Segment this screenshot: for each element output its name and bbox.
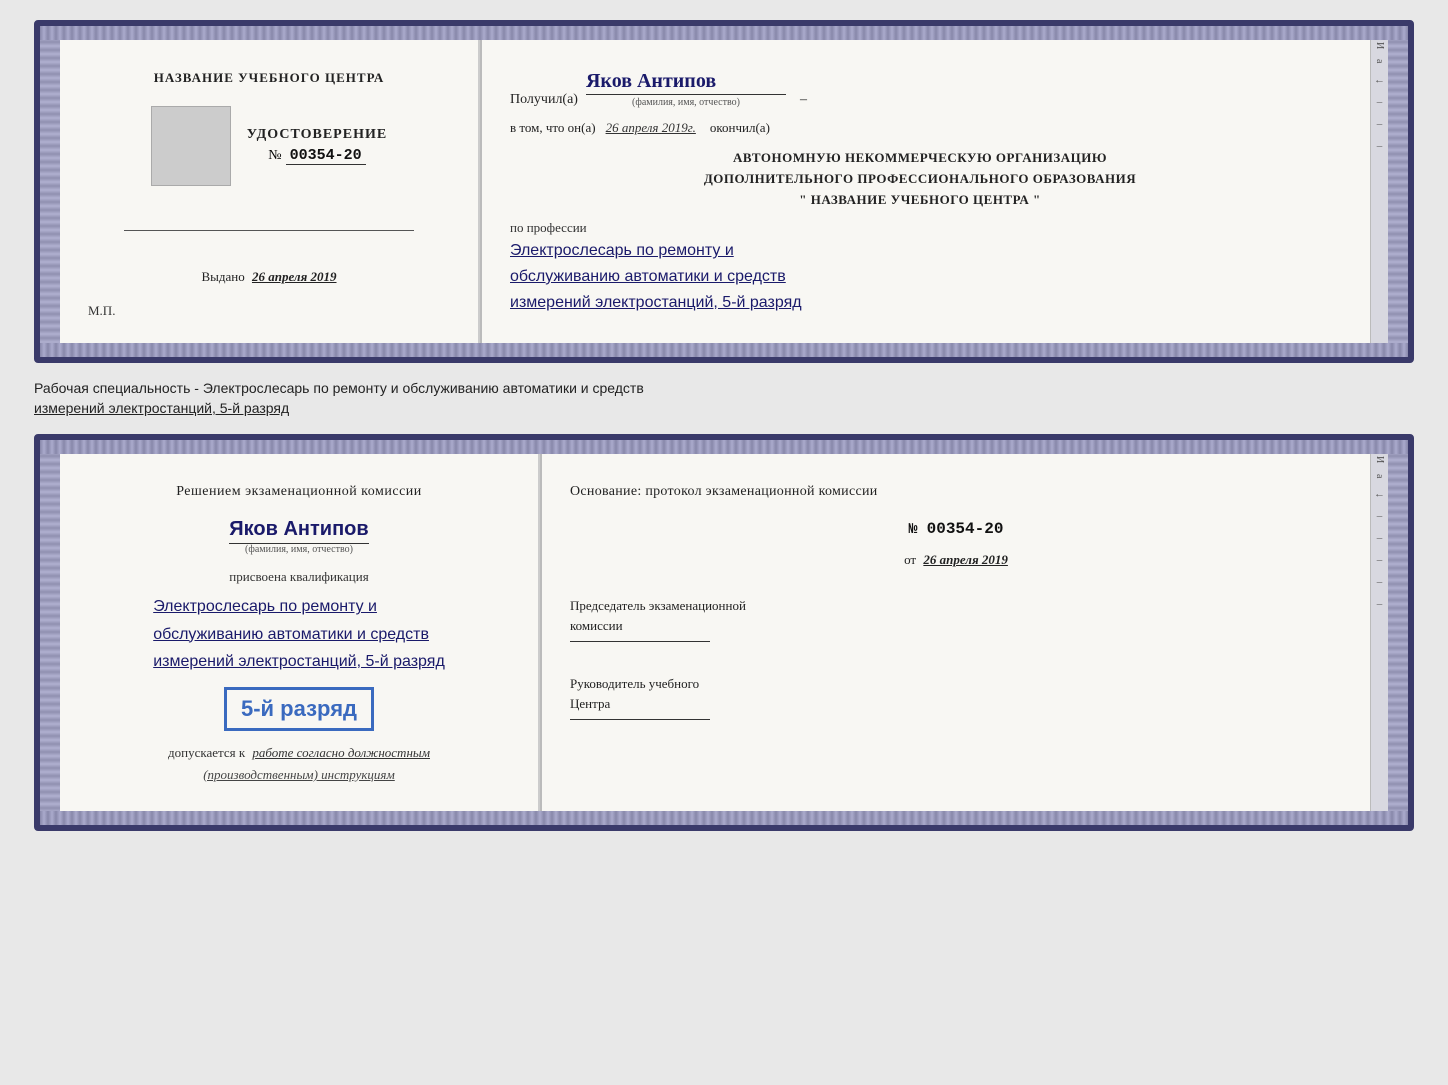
predsedatel-label: Председатель экзаменационной (570, 596, 1342, 616)
ot-date-value: 26 апреля 2019 (923, 552, 1008, 567)
profession-line2: обслуживанию автоматики и средств (510, 264, 1330, 290)
qual-line3: измерений электростанций, 5-й разряд (153, 648, 445, 675)
spine-left-bottom (40, 440, 60, 825)
bottom-name: Яков Антипов (229, 518, 368, 544)
vydano-date: 26 апреля 2019 (252, 269, 337, 284)
okончil-label: окончил(а) (710, 120, 770, 136)
org-block: АВТОНОМНУЮ НЕКОММЕРЧЕСКУЮ ОРГАНИЗАЦИЮ ДО… (510, 148, 1330, 210)
centra-label: Центра (570, 694, 1342, 714)
strip-mark-arrow: ← (1374, 74, 1385, 86)
komissia-label: комиссии (570, 616, 1342, 636)
strip-mark-dash3-bot: – (1377, 554, 1383, 566)
top-left-title: НАЗВАНИЕ УЧЕБНОГО ЦЕНТРА (154, 70, 385, 86)
resheniem-label: Решением экзаменационной комиссии (176, 484, 422, 500)
spine-right-bottom (1388, 440, 1408, 825)
spine-left (40, 26, 60, 357)
top-right-page: Получил(а) Яков Антипов (фамилия, имя, о… (482, 40, 1370, 343)
cert-title-block: УДОСТОВЕРЕНИЕ № 00354-20 (247, 127, 387, 165)
strip-mark-dash1: – (1377, 96, 1383, 108)
cert-badge-row: УДОСТОВЕРЕНИЕ № 00354-20 (151, 106, 387, 186)
dopuskaetsya-row: допускается к работе согласно должностны… (168, 745, 430, 761)
profession-block: Электрослесарь по ремонту и обслуживанию… (510, 238, 1330, 315)
cert-stamp (151, 106, 231, 186)
osnovanie-label: Основание: протокол экзаменационной коми… (570, 484, 1342, 500)
profession-line1: Электрослесарь по ремонту и (510, 238, 1330, 264)
dash-top: – (800, 92, 807, 108)
strip-mark-dash1-bot: – (1377, 510, 1383, 522)
predsedatel-signature-line (570, 641, 710, 642)
bottom-right-page: Основание: протокол экзаменационной коми… (542, 454, 1370, 811)
separator-text: Рабочая специальность - Электрослесарь п… (34, 379, 1414, 418)
qualification-block: Электрослесарь по ремонту и обслуживанию… (153, 593, 445, 675)
udostoverenie-label: УДОСТОВЕРЕНИЕ (247, 127, 387, 143)
vtom-label: в том, что он(а) (510, 120, 596, 136)
separator-line2: измерений электростанций, 5-й разряд (34, 399, 1414, 419)
okончil-date: 26 апреля 2019г. (606, 120, 696, 136)
poluchil-name: Яков Антипов (586, 70, 786, 95)
protocol-number-value: 00354-20 (927, 520, 1004, 538)
prisvoena-label: присвоена квалификация (229, 569, 368, 585)
dopuskaetsya-text: работе согласно должностным (252, 745, 430, 760)
profession-line3: измерений электростанций, 5-й разряд (510, 290, 1330, 316)
poluchil-label: Получил(а) (510, 92, 578, 108)
rukovoditel-label: Руководитель учебного (570, 674, 1342, 694)
fio-label-bottom: (фамилия, имя, отчество) (245, 544, 353, 555)
dopuskaetsya-prefix: допускается к (168, 745, 245, 760)
predsedatel-block: Председатель экзаменационной комиссии (570, 596, 1342, 646)
qual-line2: обслуживанию автоматики и средств (153, 621, 445, 648)
top-document: НАЗВАНИЕ УЧЕБНОГО ЦЕНТРА УДОСТОВЕРЕНИЕ №… (34, 20, 1414, 363)
vtom-row: в том, что он(а) 26 апреля 2019г. окончи… (510, 120, 1330, 136)
vydano-label: Выдано (201, 269, 244, 284)
strip-mark-И-bot: И (1374, 456, 1385, 463)
qual-line1: Электрослесарь по ремонту и (153, 593, 445, 620)
fio-label-top: (фамилия, имя, отчество) (632, 97, 740, 108)
separator-line1: Рабочая специальность - Электрослесарь п… (34, 379, 1414, 399)
strip-mark-dash2: – (1377, 118, 1383, 130)
strip-mark-а-bot: а (1374, 474, 1385, 478)
vydano-row: Выдано 26 апреля 2019 (201, 269, 336, 285)
strip-mark-а: а (1374, 59, 1385, 63)
strip-mark-dash5-bot: – (1377, 598, 1383, 610)
right-strip-marks: И а ← – – – (1370, 26, 1388, 357)
rukovoditel-signature-line (570, 719, 710, 720)
top-left-page: НАЗВАНИЕ УЧЕБНОГО ЦЕНТРА УДОСТОВЕРЕНИЕ №… (60, 40, 480, 343)
dopuskaetsya-line2: (производственным) инструкциям (203, 767, 395, 782)
bottom-left-page: Решением экзаменационной комиссии Яков А… (60, 454, 540, 811)
strip-mark-arrow-bot: ← (1374, 488, 1385, 500)
protocol-number-prefix: № (909, 521, 918, 538)
strip-mark-dash3: – (1377, 140, 1383, 152)
rukovoditel-block: Руководитель учебного Центра (570, 674, 1342, 724)
spine-right-top (1388, 26, 1408, 357)
strip-mark-И: И (1374, 42, 1385, 49)
bottom-document: Решением экзаменационной комиссии Яков А… (34, 434, 1414, 831)
mp-label: М.П. (88, 303, 115, 319)
strip-mark-dash4-bot: – (1377, 576, 1383, 588)
ot-date-row: от 26 апреля 2019 (570, 552, 1342, 568)
protocol-number: № 00354-20 (570, 520, 1342, 538)
right-strip-marks-bottom: И а ← – – – – – (1370, 440, 1388, 825)
razryad-badge: 5-й разряд (224, 687, 374, 731)
org-line2: ДОПОЛНИТЕЛЬНОГО ПРОФЕССИОНАЛЬНОГО ОБРАЗО… (510, 169, 1330, 190)
org-line3: " НАЗВАНИЕ УЧЕБНОГО ЦЕНТРА " (510, 190, 1330, 211)
ot-label: от (904, 552, 916, 567)
resheniem-block: Решением экзаменационной комиссии (176, 484, 422, 500)
org-line1: АВТОНОМНУЮ НЕКОММЕРЧЕСКУЮ ОРГАНИЗАЦИЮ (510, 148, 1330, 169)
cert-number: 00354-20 (286, 147, 366, 165)
po-professii-label: по профессии (510, 220, 1330, 236)
number-prefix: № (268, 148, 281, 163)
strip-mark-dash2-bot: – (1377, 532, 1383, 544)
